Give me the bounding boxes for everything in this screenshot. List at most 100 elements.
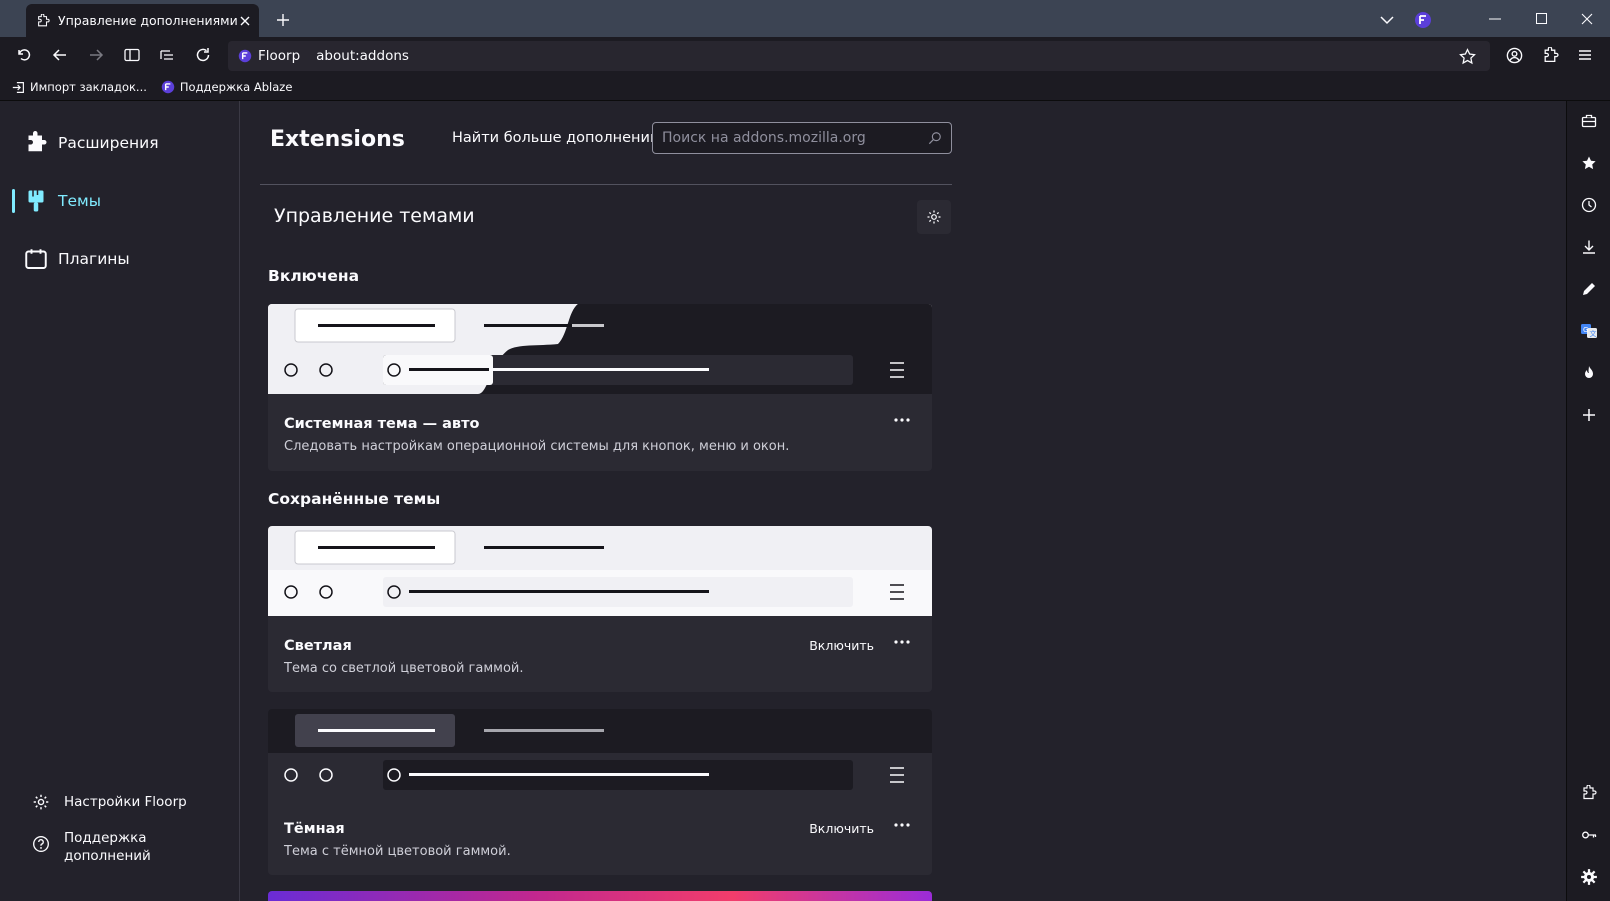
plugin-icon bbox=[25, 249, 47, 269]
more-icon bbox=[894, 823, 910, 827]
close-window-button[interactable] bbox=[1564, 0, 1610, 37]
panel-button-translate[interactable]: G文 bbox=[1577, 319, 1601, 343]
panel-button-downloads[interactable] bbox=[1577, 235, 1601, 259]
puzzle-icon bbox=[36, 13, 50, 28]
tab-bar: Управление дополнениями bbox=[0, 0, 1610, 37]
amo-search[interactable] bbox=[652, 122, 952, 154]
tab-title: Управление дополнениями bbox=[58, 13, 238, 28]
svg-text:文: 文 bbox=[1590, 329, 1597, 338]
account-icon bbox=[1506, 47, 1522, 63]
more-options-button[interactable] bbox=[888, 632, 916, 652]
search-icon bbox=[928, 132, 941, 145]
tree-tabs-button[interactable] bbox=[152, 40, 182, 70]
sidebar-toggle-button[interactable] bbox=[117, 40, 147, 70]
bookmarks-toolbar: Импорт закладок... Поддержка Ablaze bbox=[0, 74, 1610, 101]
panel-button-add[interactable] bbox=[1577, 403, 1601, 427]
panel-button-notes[interactable] bbox=[1577, 109, 1601, 133]
panel-button-settings[interactable] bbox=[1577, 865, 1601, 889]
tab-list-button[interactable] bbox=[1376, 9, 1398, 31]
undo-icon bbox=[18, 49, 31, 61]
maximize-icon bbox=[1535, 13, 1547, 24]
tab-addons[interactable]: Управление дополнениями bbox=[26, 4, 259, 37]
theme-name: Тёмная bbox=[284, 821, 345, 837]
more-icon bbox=[894, 418, 910, 422]
theme-preview-dark bbox=[268, 709, 932, 799]
theme-card-light[interactable]: Светлая Тема со светлой цветовой гаммой.… bbox=[268, 526, 932, 692]
theme-preview-light bbox=[268, 526, 932, 616]
tree-list-icon bbox=[160, 50, 173, 60]
star-outline-icon bbox=[1458, 47, 1476, 64]
pencil-icon bbox=[1583, 283, 1595, 295]
panel-button-ablaze[interactable] bbox=[1577, 361, 1601, 385]
floorp-settings-link[interactable]: Настройки Floorp bbox=[32, 793, 187, 811]
close-tab-icon[interactable] bbox=[239, 15, 251, 27]
bookmark-ablaze-support[interactable]: Поддержка Ablaze bbox=[161, 80, 292, 94]
enable-theme-button[interactable]: Включить bbox=[809, 638, 874, 653]
import-icon bbox=[12, 81, 24, 93]
new-tab-button[interactable] bbox=[272, 9, 294, 31]
panel-button-addons[interactable] bbox=[1577, 781, 1601, 805]
bookmark-import[interactable]: Импорт закладок... bbox=[12, 80, 147, 94]
plus-icon bbox=[1583, 409, 1595, 421]
floorp-profile-button[interactable] bbox=[1412, 9, 1434, 31]
panel-button-history[interactable] bbox=[1577, 193, 1601, 217]
addons-support-link[interactable]: Поддержка дополнений bbox=[32, 829, 172, 865]
floorp-icon bbox=[238, 49, 252, 63]
url-bar[interactable]: Floorp about:addons bbox=[228, 41, 1490, 71]
account-button[interactable] bbox=[1499, 40, 1529, 70]
theme-card-partial[interactable] bbox=[268, 891, 932, 901]
identity-box[interactable]: Floorp bbox=[238, 48, 300, 64]
minimize-button[interactable] bbox=[1472, 0, 1518, 37]
sidebar-icon bbox=[124, 48, 140, 62]
more-options-button[interactable] bbox=[888, 410, 916, 430]
tools-button[interactable] bbox=[917, 200, 951, 234]
plus-icon bbox=[277, 14, 289, 26]
theme-description: Тема со светлой цветовой гаммой. bbox=[284, 661, 524, 676]
puzzle-icon bbox=[1544, 46, 1558, 62]
page-title: Extensions bbox=[270, 127, 405, 152]
panel-button-passwords[interactable] bbox=[1577, 823, 1601, 847]
forward-button[interactable] bbox=[81, 40, 111, 70]
bookmark-label: Импорт закладок... bbox=[30, 80, 147, 94]
hamburger-icon bbox=[1579, 50, 1591, 60]
url-text[interactable]: about:addons bbox=[316, 48, 409, 64]
category-extensions[interactable]: Расширения bbox=[12, 123, 227, 163]
svg-text:G: G bbox=[1583, 326, 1588, 334]
footer-label: Поддержка дополнений bbox=[64, 830, 151, 864]
enabled-heading: Включена bbox=[268, 267, 360, 285]
panel-button-bookmarks[interactable] bbox=[1577, 151, 1601, 175]
theme-card-system[interactable]: Системная тема — авто Следовать настройк… bbox=[268, 304, 932, 471]
category-plugins[interactable]: Плагины bbox=[12, 239, 227, 279]
theme-card-dark[interactable]: Тёмная Тема с тёмной цветовой гаммой. Вк… bbox=[268, 709, 932, 875]
gear-icon bbox=[33, 794, 49, 810]
footer-label: Настройки Floorp bbox=[64, 794, 187, 810]
search-input[interactable] bbox=[662, 130, 928, 146]
gear-icon bbox=[1581, 869, 1597, 885]
reload-button[interactable] bbox=[188, 40, 218, 70]
puzzle-icon bbox=[1583, 785, 1597, 800]
theme-description: Следовать настройкам операционной систем… bbox=[284, 439, 790, 454]
back-button[interactable] bbox=[45, 40, 75, 70]
gear-icon bbox=[927, 210, 941, 224]
header-divider bbox=[260, 184, 952, 185]
category-themes[interactable]: Темы bbox=[12, 181, 227, 221]
more-options-button[interactable] bbox=[888, 815, 916, 835]
enable-theme-button[interactable]: Включить bbox=[809, 821, 874, 836]
bookmark-star-button[interactable] bbox=[1452, 41, 1482, 71]
selected-indicator bbox=[12, 189, 15, 213]
panel-sidebar: G文 bbox=[1566, 101, 1610, 901]
category-label: Плагины bbox=[58, 250, 130, 268]
undo-close-tab-button[interactable] bbox=[9, 40, 39, 70]
saved-heading: Сохранённые темы bbox=[268, 490, 441, 508]
minimize-icon bbox=[1489, 18, 1501, 19]
panel-button-notes-edit[interactable] bbox=[1577, 277, 1601, 301]
flame-icon bbox=[1585, 366, 1593, 378]
reload-icon bbox=[196, 48, 210, 62]
maximize-button[interactable] bbox=[1518, 0, 1564, 37]
chevron-down-icon bbox=[1380, 15, 1394, 24]
menu-button[interactable] bbox=[1570, 40, 1600, 70]
category-label: Расширения bbox=[58, 134, 159, 152]
theme-description: Тема с тёмной цветовой гаммой. bbox=[284, 844, 511, 859]
close-icon bbox=[1581, 13, 1593, 24]
extensions-button[interactable] bbox=[1535, 40, 1565, 70]
